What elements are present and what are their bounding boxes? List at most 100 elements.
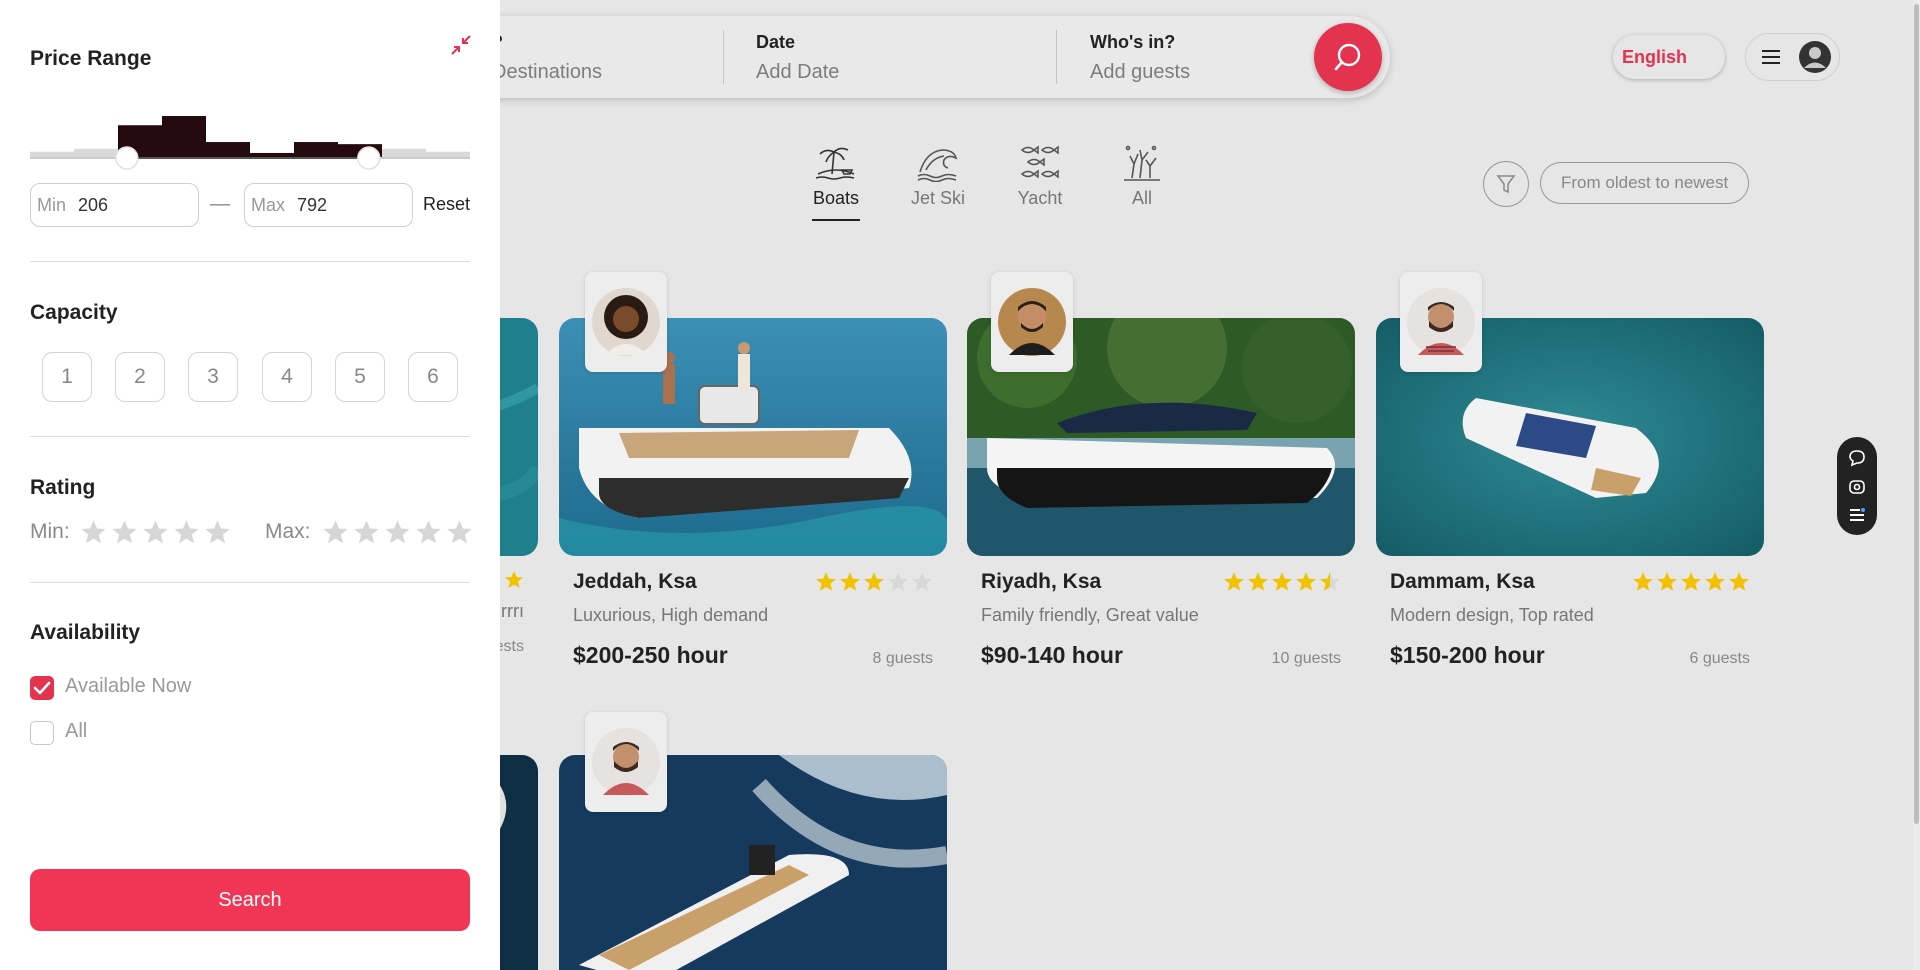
star-icon: [1272, 572, 1292, 591]
price-min-input[interactable]: Min 206: [30, 183, 199, 227]
star-icon: [1320, 572, 1340, 591]
capacity-option[interactable]: 3: [188, 352, 238, 402]
island-boat-icon: [815, 147, 855, 180]
star-icon: [816, 572, 836, 591]
price-max-input[interactable]: Max 792: [244, 183, 413, 227]
listing-card[interactable]: Jeddah, Ksa Luxurious, High demand $200-…: [559, 272, 947, 669]
chat-icon[interactable]: [1848, 449, 1866, 467]
listing-location: Dammam, Ksa: [1390, 570, 1535, 593]
available-now-label[interactable]: Available Now: [65, 675, 191, 698]
star-icon: [912, 572, 932, 591]
tab-label: Jet Ski: [910, 188, 966, 208]
user-avatar-icon: [1799, 41, 1831, 73]
tab-boats[interactable]: Boats: [786, 142, 886, 221]
star-icon: [1248, 572, 1268, 591]
histogram-bar: [294, 142, 338, 158]
price-histogram[interactable]: [30, 100, 470, 170]
capacity-option[interactable]: 6: [408, 352, 458, 402]
search-divider: [723, 30, 724, 84]
coral-icon: [1124, 145, 1160, 181]
price-min-value: 206: [78, 194, 109, 215]
listing-rating: [1223, 571, 1341, 593]
tab-all[interactable]: All: [1092, 142, 1192, 221]
star-icon: [174, 520, 199, 544]
search-icon: [1334, 43, 1361, 71]
reset-button[interactable]: Reset: [423, 194, 470, 215]
listing-description: Luxurious, High demand: [573, 605, 769, 625]
side-toolbar: [1837, 437, 1877, 535]
wave-icon: [917, 149, 958, 182]
language-button[interactable]: English: [1613, 35, 1725, 79]
listing-rating: [1632, 571, 1750, 593]
tab-label: All: [1131, 188, 1152, 208]
star-icon: [1633, 572, 1653, 591]
capacity-option[interactable]: 2: [115, 352, 165, 402]
date-segment[interactable]: Date Add Date: [756, 32, 839, 84]
listing-card[interactable]: Riyadh, Ksa Family friendly, Great value…: [967, 272, 1355, 669]
host-avatar[interactable]: [585, 712, 667, 812]
collapse-arrows-icon[interactable]: [450, 34, 472, 56]
host-avatar[interactable]: [991, 272, 1073, 372]
date-placeholder: Add Date: [756, 61, 840, 83]
star-icon: [1657, 572, 1677, 591]
price-max-label: Max: [251, 194, 286, 215]
search-divider: [1056, 30, 1057, 84]
rating-max-label: Max:: [265, 520, 311, 543]
all-checkbox[interactable]: [30, 721, 54, 745]
host-avatar[interactable]: [585, 272, 667, 372]
scrollbar-thumb[interactable]: [1914, 4, 1919, 824]
star-icon: [112, 520, 137, 544]
listing-card[interactable]: Dammam, Ksa Modern design, Top rated $15…: [1376, 272, 1764, 669]
capacity-title: Capacity: [30, 301, 118, 324]
tab-label: Yacht: [1017, 188, 1063, 208]
tab-yacht[interactable]: Yacht: [990, 142, 1090, 221]
price-range-separator: —: [210, 193, 230, 215]
capacity-option[interactable]: 5: [335, 352, 385, 402]
availability-title: Availability: [30, 621, 141, 644]
histogram-bar: [206, 142, 250, 158]
guests-segment[interactable]: Who's in? Add guests: [1090, 32, 1190, 84]
star-icon: [864, 572, 884, 591]
eye-icon[interactable]: [1848, 479, 1866, 495]
list-icon[interactable]: [1848, 507, 1866, 523]
rating-max-stars[interactable]: [322, 519, 473, 546]
star-icon: [143, 520, 168, 544]
filter-funnel-icon: [1496, 175, 1516, 194]
capacity-option[interactable]: 1: [42, 352, 92, 402]
section-divider: [30, 436, 470, 437]
listing-price: $200-250 hour: [573, 642, 728, 668]
capacity-option[interactable]: 4: [262, 352, 312, 402]
host-avatar[interactable]: [1400, 272, 1482, 372]
star-icon: [840, 572, 860, 591]
hamburger-icon: [1762, 50, 1780, 64]
where-segment[interactable]: ? Destinations: [492, 32, 602, 84]
rating-min-label: Min:: [30, 520, 70, 543]
star-icon: [505, 571, 523, 588]
slider-max-handle[interactable]: [357, 146, 381, 170]
all-label[interactable]: All: [65, 720, 87, 743]
listing-card[interactable]: [559, 712, 947, 970]
tab-jet-ski[interactable]: Jet Ski: [888, 142, 988, 221]
search-button[interactable]: [1314, 23, 1382, 91]
rating-title: Rating: [30, 476, 96, 499]
guests-placeholder: Add guests: [1090, 61, 1191, 83]
rating-min-stars[interactable]: [80, 519, 231, 546]
listing-guests: 6 guests: [1689, 650, 1750, 667]
star-icon: [354, 520, 379, 544]
filter-button[interactable]: [1483, 161, 1529, 207]
checkmark-icon: [33, 681, 51, 695]
active-tab-underline: [812, 219, 860, 221]
listing-guests: 10 guests: [1271, 650, 1341, 667]
sort-button[interactable]: From oldest to newest: [1540, 162, 1750, 204]
slider-min-handle[interactable]: [115, 146, 139, 170]
available-now-checkbox[interactable]: [30, 676, 54, 700]
apply-search-button[interactable]: Search: [30, 869, 470, 931]
where-title: ?: [492, 32, 602, 53]
user-menu-button[interactable]: [1745, 33, 1840, 81]
star-icon: [385, 520, 410, 544]
star-icon: [888, 572, 908, 591]
star-icon: [81, 520, 106, 544]
histogram-bar: [162, 116, 206, 158]
histogram-bar: [382, 148, 426, 158]
star-icon: [1705, 572, 1725, 591]
